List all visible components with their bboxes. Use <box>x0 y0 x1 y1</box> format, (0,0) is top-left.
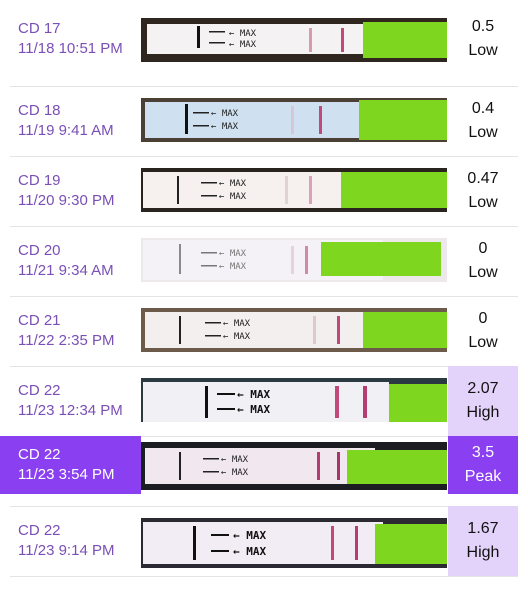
test-label: CD 21 11/22 2:35 PM <box>0 296 141 366</box>
lh-level: Low <box>468 264 498 281</box>
cycle-day: CD 19 <box>18 172 61 189</box>
strip-max-text: ← MAX <box>219 192 247 202</box>
test-line <box>309 176 312 204</box>
lh-level: Low <box>468 42 498 59</box>
strip-max-text: ← MAX <box>229 40 257 50</box>
test-datetime: 11/21 9:34 AM <box>18 262 114 279</box>
lh-level: High <box>466 544 500 561</box>
test-datetime: 11/20 9:30 PM <box>18 192 115 209</box>
lh-result: 0.47 Low <box>448 156 518 226</box>
control-line <box>291 106 294 134</box>
test-strip-photo: ← MAX ← MAX <box>141 98 447 142</box>
test-line <box>363 386 367 418</box>
lh-value: 1.67 <box>467 520 499 537</box>
strip-max-text: ← MAX <box>223 332 251 342</box>
test-strip-photo: ← MAX ← MAX <box>141 378 447 422</box>
lh-value: 0.47 <box>467 170 499 187</box>
test-line <box>355 526 358 560</box>
lh-result-peak: 3.5 Peak <box>448 436 518 494</box>
lh-result: 1.67 High <box>448 506 518 576</box>
test-line <box>337 316 340 344</box>
lh-value: 3.5 <box>471 444 495 461</box>
strip-max-text: ← MAX <box>233 545 266 558</box>
test-strip-photo: ← MAX ← MAX <box>141 518 447 568</box>
test-line <box>341 28 344 52</box>
test-strip-photo: ← MAX ← MAX <box>141 238 447 282</box>
strip-max-text: ← MAX <box>237 403 270 416</box>
strip-max-text: ← MAX <box>211 122 239 132</box>
test-row-selected[interactable]: CD 22 11/23 3:54 PM ← MAX ← MAX 3.5 Peak <box>0 436 528 506</box>
control-line <box>309 28 312 52</box>
strip-max-text: ← MAX <box>237 388 270 401</box>
lh-result: 0 Low <box>448 226 518 296</box>
test-row[interactable]: CD 18 11/19 9:41 AM ← MAX ← MAX 0.4 Low <box>0 86 528 156</box>
test-line <box>305 246 308 274</box>
test-row[interactable]: CD 20 11/21 9:34 AM ← MAX ← MAX 0 Low <box>0 226 528 296</box>
test-datetime: 11/23 3:54 PM <box>18 466 115 483</box>
test-results-list: CD 17 11/18 10:51 PM ← MAX ← MAX 0.5 Low <box>0 0 528 600</box>
test-datetime: 11/22 2:35 PM <box>18 332 115 349</box>
test-datetime: 11/19 9:41 AM <box>18 122 114 139</box>
test-line <box>337 452 340 480</box>
test-label: CD 22 11/23 12:34 PM <box>0 366 141 436</box>
test-row[interactable]: CD 21 11/22 2:35 PM ← MAX ← MAX 0 Low <box>0 296 528 366</box>
test-strip-photo: ← MAX ← MAX <box>141 18 447 62</box>
test-datetime: 11/18 10:51 PM <box>18 40 123 57</box>
test-row[interactable]: CD 17 11/18 10:51 PM ← MAX ← MAX 0.5 Low <box>0 0 528 78</box>
test-row[interactable]: CD 22 11/23 9:14 PM ← MAX ← MAX 1.67 Hig… <box>0 506 528 576</box>
cycle-day: CD 22 <box>18 382 61 399</box>
test-label: CD 17 11/18 10:51 PM <box>0 0 141 78</box>
cycle-day: CD 21 <box>18 312 61 329</box>
test-strip-photo: ← MAX ← MAX <box>141 442 447 490</box>
cycle-day: CD 17 <box>18 20 61 37</box>
strip-max-text: ← MAX <box>221 455 249 465</box>
lh-level: Peak <box>464 468 502 485</box>
test-line <box>319 106 322 134</box>
control-line <box>331 526 334 560</box>
test-label: CD 20 11/21 9:34 AM <box>0 226 141 296</box>
lh-result: 0 Low <box>448 296 518 366</box>
cycle-day: CD 18 <box>18 102 61 119</box>
lh-level: Low <box>468 194 498 211</box>
lh-value: 0 <box>478 310 488 327</box>
control-line <box>285 176 288 204</box>
test-datetime: 11/23 9:14 PM <box>18 542 115 559</box>
strip-max-text: ← MAX <box>221 468 249 478</box>
strip-max-text: ← MAX <box>229 29 257 39</box>
cycle-day: CD 22 <box>18 522 61 539</box>
lh-value: 0.4 <box>471 100 495 117</box>
strip-max-text: ← MAX <box>219 262 247 272</box>
cycle-day: CD 22 <box>18 446 61 463</box>
strip-max-text: ← MAX <box>233 529 266 542</box>
test-strip-photo: ← MAX ← MAX <box>141 168 447 212</box>
lh-value: 2.07 <box>467 380 499 397</box>
control-line <box>335 386 339 418</box>
cycle-day: CD 20 <box>18 242 61 259</box>
lh-result: 2.07 High <box>448 366 518 436</box>
lh-result: 0.5 Low <box>448 0 518 78</box>
control-line <box>291 246 294 274</box>
test-label: CD 22 11/23 3:54 PM <box>0 436 141 494</box>
lh-level: Low <box>468 334 498 351</box>
lh-level: Low <box>468 124 498 141</box>
control-line <box>317 452 320 480</box>
test-row[interactable]: CD 19 11/20 9:30 PM ← MAX ← MAX 0.47 Low <box>0 156 528 226</box>
strip-max-text: ← MAX <box>211 109 239 119</box>
control-line <box>313 316 316 344</box>
test-row[interactable]: CD 22 11/23 12:34 PM ← MAX ← MAX 2.07 Hi… <box>0 366 528 436</box>
divider <box>10 576 518 577</box>
test-datetime: 11/23 12:34 PM <box>18 402 123 419</box>
test-label: CD 22 11/23 9:14 PM <box>0 506 141 576</box>
lh-value: 0 <box>478 240 488 257</box>
strip-max-text: ← MAX <box>219 179 247 189</box>
test-strip-photo: ← MAX ← MAX <box>141 308 447 352</box>
test-label: CD 19 11/20 9:30 PM <box>0 156 141 226</box>
lh-level: High <box>466 404 500 421</box>
test-label: CD 18 11/19 9:41 AM <box>0 86 141 156</box>
lh-result: 0.4 Low <box>448 86 518 156</box>
lh-value: 0.5 <box>471 18 495 35</box>
strip-max-text: ← MAX <box>219 249 247 259</box>
strip-max-text: ← MAX <box>223 319 251 329</box>
